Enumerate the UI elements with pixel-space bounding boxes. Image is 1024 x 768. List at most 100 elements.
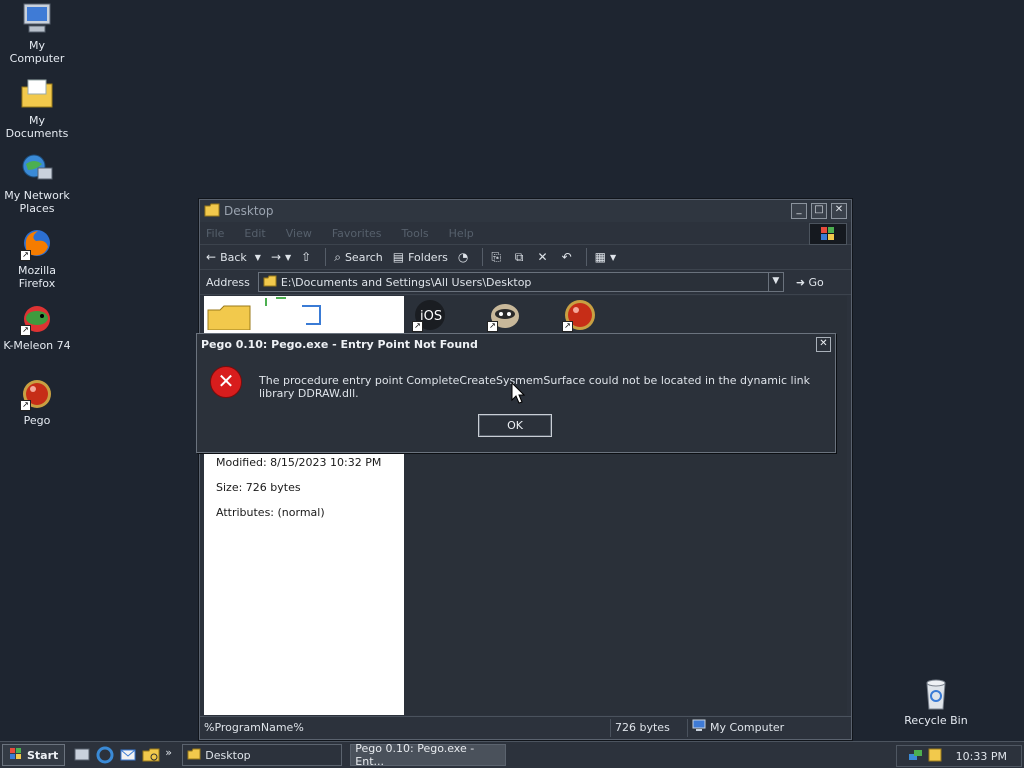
views-button[interactable]: ▦ ▼: [595, 250, 617, 264]
status-zone-label: My Computer: [710, 721, 785, 734]
minimize-button[interactable]: _: [791, 203, 807, 219]
chevron-down-icon[interactable]: ▼: [285, 253, 291, 262]
taskbar-button-label: Desktop: [205, 748, 251, 762]
up-folder-button[interactable]: ⇧: [301, 250, 315, 264]
show-desktop-icon[interactable]: [73, 746, 91, 764]
move-to-button[interactable]: ⎘: [491, 250, 505, 265]
ok-button[interactable]: OK: [478, 414, 552, 437]
shortcut-arrow-icon: ↗: [412, 321, 423, 332]
file-details: Modified: 8/15/2023 10:32 PM Size: 726 b…: [216, 450, 381, 525]
status-bar: %ProgramName% 726 bytes My Computer: [200, 716, 851, 739]
up-folder-icon: ⇧: [301, 250, 312, 264]
search-button[interactable]: ⌕ Search: [334, 250, 383, 265]
network-tray-icon[interactable]: [908, 748, 924, 765]
windows-logo-icon: [9, 747, 23, 764]
views-icon: ▦: [594, 250, 606, 264]
menu-view[interactable]: View: [286, 227, 312, 240]
quick-launch: »: [73, 746, 178, 764]
toolbar-separator: [585, 248, 587, 266]
menu-favorites[interactable]: Favorites: [332, 227, 382, 240]
status-size: 726 bytes: [611, 719, 688, 737]
chevron-right-icon[interactable]: »: [165, 746, 173, 764]
history-button[interactable]: ◔: [458, 250, 472, 264]
folders-button[interactable]: ▤ Folders: [393, 250, 448, 264]
shortcut-arrow-icon: ↗: [487, 321, 498, 332]
forward-arrow-icon: →: [270, 250, 281, 264]
chevron-down-icon[interactable]: ▼: [767, 273, 783, 291]
explorer-quicklaunch-icon[interactable]: [142, 746, 160, 764]
go-label: Go: [808, 275, 824, 289]
search-label: Search: [344, 250, 383, 264]
go-arrow-icon: ➜: [795, 275, 806, 289]
desktop-icon-network-places[interactable]: My Network Places: [0, 152, 74, 215]
back-arrow-icon: ←: [206, 250, 217, 264]
desktop-icon-label: Pego: [23, 414, 51, 427]
chevron-down-icon[interactable]: ▼: [255, 253, 261, 262]
folder-icon: [204, 203, 220, 220]
toolbar-separator: [482, 248, 484, 266]
desktop-icon-label: Recycle Bin: [904, 714, 968, 727]
desktop-icon-firefox[interactable]: ↗ Mozilla Firefox: [0, 227, 74, 290]
copy-to-button[interactable]: ⧉: [515, 250, 528, 265]
taskbar-button-desktop[interactable]: Desktop: [182, 744, 343, 766]
menu-tools[interactable]: Tools: [402, 227, 429, 240]
address-value: E:\Documents and Settings\All Users\Desk…: [280, 275, 532, 289]
taskbar-button-label: Pego 0.10: Pego.exe - Ent...: [355, 742, 475, 768]
attributes-text: Attributes: (normal): [216, 506, 325, 519]
desktop-icon-my-computer[interactable]: My Computer: [0, 2, 74, 65]
volume-tray-icon[interactable]: [928, 748, 942, 765]
kmeleon-icon: ↗: [20, 302, 54, 336]
desktop-icon-recycle-bin[interactable]: Recycle Bin: [899, 677, 973, 727]
file-item-pego[interactable]: ↗: [562, 298, 598, 332]
undo-button[interactable]: ↶: [562, 250, 576, 264]
go-button[interactable]: ➜ Go: [796, 276, 824, 289]
computer-icon: [692, 719, 706, 737]
dialog-title: Pego 0.10: Pego.exe - Entry Point Not Fo…: [201, 337, 478, 351]
folders-label: Folders: [408, 250, 448, 264]
ios-icon-label: iOS: [420, 309, 442, 324]
address-label: Address: [206, 275, 250, 289]
menu-bar: File Edit View Favorites Tools Help: [200, 222, 851, 245]
outlook-express-icon[interactable]: [119, 746, 137, 764]
delete-button[interactable]: ✕: [538, 250, 552, 264]
search-icon: ⌕: [334, 249, 341, 264]
maximize-button[interactable]: □: [811, 203, 827, 219]
folder-icon: [187, 748, 201, 763]
desktop-icon-label: Mozilla Firefox: [18, 264, 56, 290]
forward-button[interactable]: → ▼: [271, 250, 291, 264]
file-item-ios[interactable]: iOS ↗: [412, 298, 448, 332]
recycle-bin-icon: [919, 677, 953, 711]
windows-logo-icon: [809, 223, 847, 245]
desktop-icon-pego[interactable]: ↗ Pego: [0, 377, 74, 427]
back-button[interactable]: ← Back ▼: [206, 250, 261, 264]
start-label: Start: [27, 748, 59, 762]
address-input[interactable]: E:\Documents and Settings\All Users\Desk…: [257, 272, 784, 292]
status-zone: My Computer: [688, 719, 840, 737]
move-to-icon: ⎘: [491, 249, 501, 264]
folder-icon: [263, 275, 277, 290]
menu-help[interactable]: Help: [449, 227, 474, 240]
clock[interactable]: 10:33 PM: [956, 750, 1007, 763]
internet-explorer-icon[interactable]: [96, 746, 114, 764]
taskbar-button-pego-error[interactable]: Pego 0.10: Pego.exe - Ent...: [350, 742, 507, 768]
system-tray: 10:33 PM: [896, 745, 1022, 767]
modified-text: Modified: 8/15/2023 10:32 PM: [216, 456, 382, 469]
copy-to-icon: ⧉: [514, 249, 524, 264]
start-button[interactable]: Start: [2, 744, 66, 766]
dialog-titlebar[interactable]: Pego 0.10: Pego.exe - Entry Point Not Fo…: [197, 334, 835, 354]
desktop-icon-kmeleon[interactable]: ↗ K-Meleon 74: [0, 302, 74, 352]
status-name: %ProgramName%: [200, 719, 611, 737]
close-button[interactable]: ✕: [831, 203, 847, 219]
menu-file[interactable]: File: [206, 227, 224, 240]
file-item-raccoon[interactable]: ↗: [487, 298, 523, 332]
desktop-icon-label: My Network Places: [4, 189, 70, 215]
firefox-icon: ↗: [20, 227, 54, 261]
dialog-close-button[interactable]: ✕: [816, 336, 831, 352]
pego-icon: ↗: [20, 377, 54, 411]
desktop-icon-my-documents[interactable]: My Documents: [0, 77, 74, 140]
menu-edit[interactable]: Edit: [244, 227, 265, 240]
desktop-icon-label: My Documents: [5, 114, 69, 140]
explorer-titlebar[interactable]: Desktop _ □ ✕: [200, 200, 851, 222]
explorer-window: Desktop _ □ ✕ File Edit View Favorites T…: [199, 199, 852, 740]
chevron-down-icon: ▼: [609, 252, 617, 262]
